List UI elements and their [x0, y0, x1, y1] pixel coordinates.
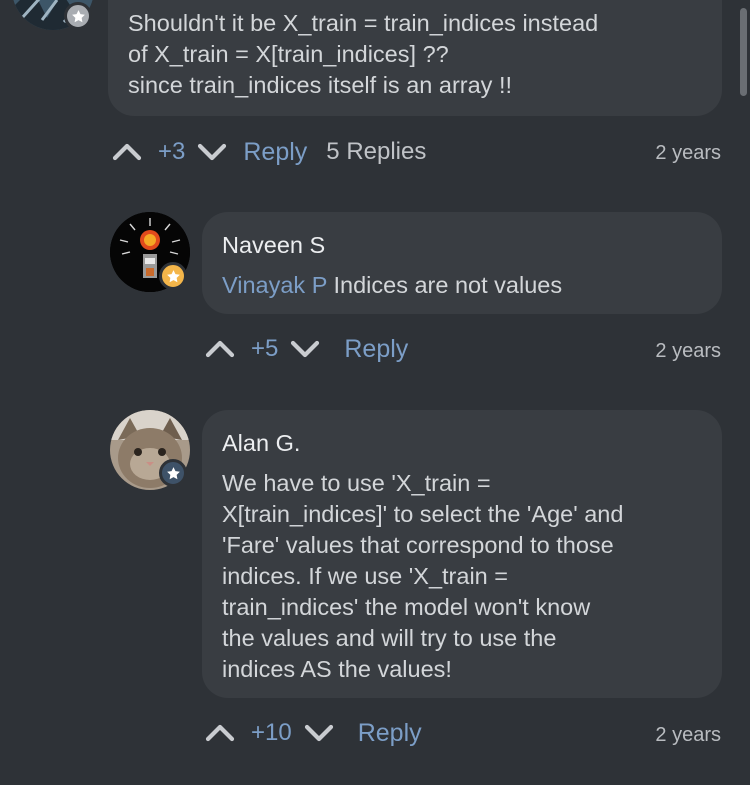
reply-bubble: Alan G. We have to use 'X_train = X[trai… [202, 410, 722, 698]
reply-actions: +5 Reply [203, 332, 408, 366]
timestamp: 2 years [655, 340, 721, 362]
star-icon [166, 269, 180, 282]
chevron-down-icon[interactable] [195, 135, 229, 169]
reply-button[interactable]: Reply [344, 335, 408, 364]
chevron-up-icon[interactable] [110, 135, 144, 169]
vote-count: +5 [251, 335, 279, 362]
chevron-down-icon[interactable] [302, 716, 336, 750]
reply-button[interactable]: Reply [358, 719, 422, 748]
author-name[interactable]: Naveen S [222, 230, 702, 260]
chevron-down-icon[interactable] [288, 332, 322, 366]
timestamp: 2 years [655, 724, 721, 746]
reply-actions: +10 Reply [203, 716, 422, 750]
reply-text: We have to use 'X_train = X[train_indice… [222, 470, 624, 682]
comment-bubble: Shouldn't it be X_train = train_indices … [108, 0, 722, 116]
chevron-up-icon[interactable] [203, 716, 237, 750]
member-badge [159, 262, 187, 290]
timestamp: 2 years [655, 142, 721, 164]
reply-body: Indices are not values [326, 272, 563, 298]
member-badge [64, 2, 92, 30]
comment-text: Shouldn't it be X_train = train_indices … [128, 10, 599, 98]
reply-bubble: Naveen S Vinayak P Indices are not value… [202, 212, 722, 314]
reply-text: Vinayak P Indices are not values [222, 270, 702, 301]
mention-link[interactable]: Vinayak P [222, 272, 327, 298]
star-icon [166, 466, 180, 479]
scrollbar[interactable] [740, 8, 747, 96]
comment-actions: +3 Reply 5 Replies [110, 135, 426, 169]
star-icon [71, 9, 85, 22]
vote-count: +10 [251, 719, 292, 746]
author-name[interactable]: Alan G. [222, 428, 702, 458]
chevron-up-icon[interactable] [203, 332, 237, 366]
vote-count: +3 [158, 138, 186, 165]
reply-button[interactable]: Reply [243, 138, 307, 167]
member-badge [159, 459, 187, 487]
replies-toggle[interactable]: 5 Replies [326, 138, 426, 166]
